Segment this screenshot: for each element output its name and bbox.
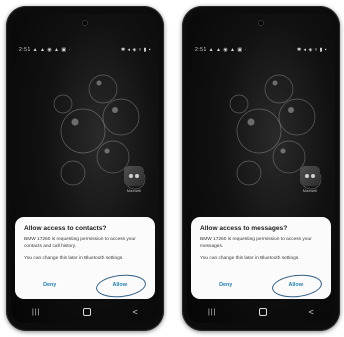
phone-screen: 2:51 ▲ ▲ ◉ ▲ ▣ · ✱ ◂ ◈ ▿ ▮ ▪ Maxwell All… (11, 14, 159, 323)
permission-dialog: Allow access to contacts? BMW 17260 is r… (15, 217, 155, 300)
home-icon[interactable] (82, 308, 91, 316)
app-icon (300, 166, 320, 186)
navigation-bar: ||| < (11, 305, 159, 319)
status-time: 2:51 (19, 47, 31, 53)
notification-icons: ▲ ▲ ◉ ▲ ▣ · (208, 47, 247, 53)
status-time: 2:51 (195, 47, 207, 53)
app-label: Maxwell (126, 188, 142, 193)
annotation-circle (94, 272, 147, 300)
recents-icon[interactable]: ||| (208, 309, 216, 316)
phone-screen: 2:51 ▲ ▲ ◉ ▲ ▣ · ✱ ◂ ◈ ▿ ▮ ▪ Maxwell All… (187, 14, 335, 323)
annotation-circle (270, 272, 323, 300)
dialog-actions: Deny Allow (15, 272, 155, 300)
front-camera (83, 21, 87, 25)
status-bar: 2:51 ▲ ▲ ◉ ▲ ▣ · ✱ ◂ ◈ ▿ ▮ ▪ (19, 46, 151, 54)
dialog-note: You can change this later in Bluetooth s… (24, 255, 124, 261)
status-bar: 2:51 ▲ ▲ ◉ ▲ ▣ · ✱ ◂ ◈ ▿ ▮ ▪ (195, 46, 327, 54)
deny-button[interactable]: Deny (37, 279, 62, 291)
dialog-body: BMW 17260 is requesting permission to ac… (24, 237, 136, 249)
deny-button[interactable]: Deny (213, 279, 238, 291)
status-left: 2:51 ▲ ▲ ◉ ▲ ▣ · (195, 47, 247, 53)
allow-button-wrap[interactable]: Allow (94, 272, 147, 300)
front-camera (259, 21, 263, 25)
app-icon (124, 166, 144, 186)
back-icon[interactable]: < (309, 307, 314, 317)
system-status-icons: ✱ ◂ ◈ ▿ ▮ ▪ (296, 47, 327, 53)
app-shortcut[interactable]: Maxwell (299, 166, 321, 196)
phone-left: 2:51 ▲ ▲ ◉ ▲ ▣ · ✱ ◂ ◈ ▿ ▮ ▪ Maxwell All… (6, 6, 164, 331)
dialog-body: BMW 17260 is requesting permission to ac… (200, 237, 312, 249)
dialog-actions: Deny Allow (191, 272, 331, 300)
back-icon[interactable]: < (133, 307, 138, 317)
recents-icon[interactable]: ||| (32, 309, 40, 316)
home-icon[interactable] (258, 308, 267, 316)
phone-right: 2:51 ▲ ▲ ◉ ▲ ▣ · ✱ ◂ ◈ ▿ ▮ ▪ Maxwell All… (182, 6, 340, 331)
permission-dialog: Allow access to messages? BMW 17260 is r… (191, 217, 331, 300)
app-shortcut[interactable]: Maxwell (123, 166, 145, 196)
allow-button-wrap[interactable]: Allow (270, 272, 323, 300)
dialog-title: Allow access to messages? (200, 225, 288, 232)
navigation-bar: ||| < (187, 305, 335, 319)
dialog-note: You can change this later in Bluetooth s… (200, 255, 300, 261)
dialog-title: Allow access to contacts? (24, 225, 107, 232)
system-status-icons: ✱ ◂ ◈ ▿ ▮ ▪ (120, 47, 151, 53)
notification-icons: ▲ ▲ ◉ ▲ ▣ · (32, 47, 71, 53)
app-label: Maxwell (302, 188, 318, 193)
status-left: 2:51 ▲ ▲ ◉ ▲ ▣ · (19, 47, 71, 53)
